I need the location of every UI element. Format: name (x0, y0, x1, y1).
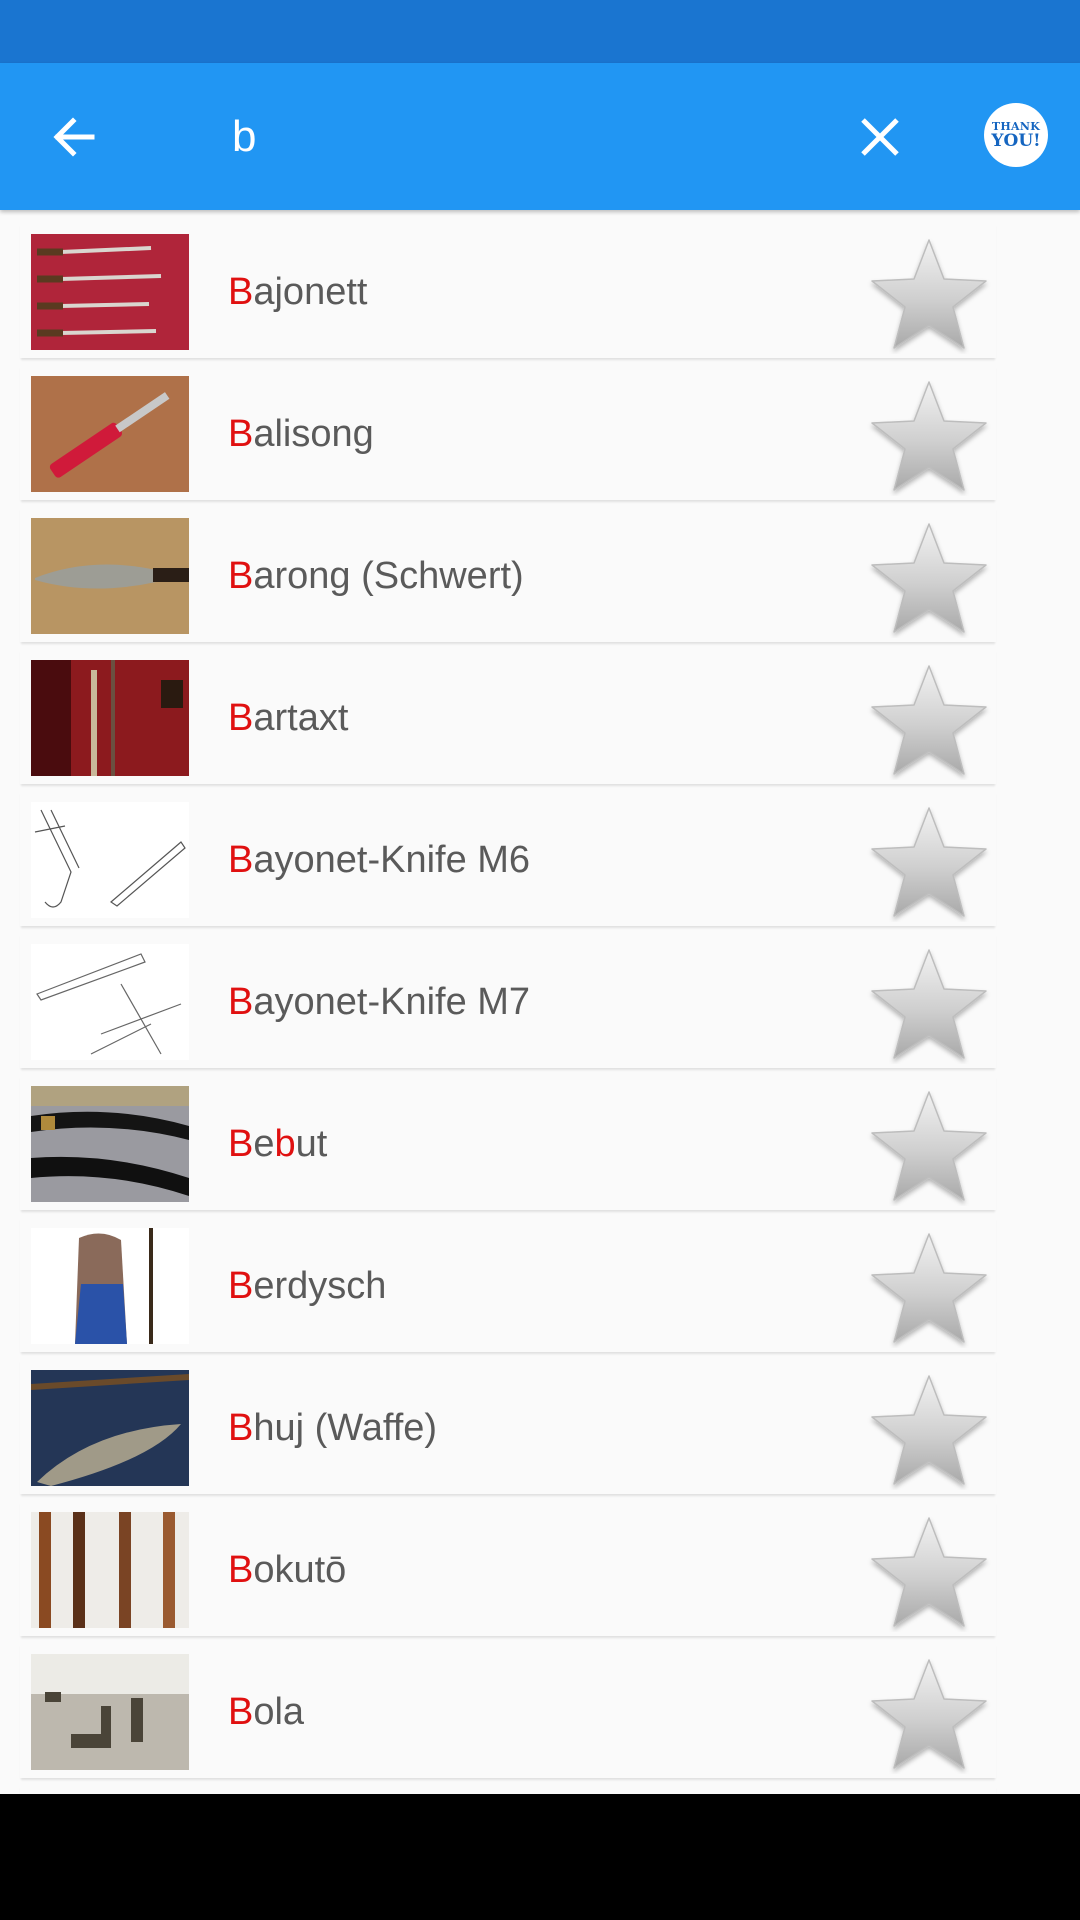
label-rest: ayonet-Knife M6 (253, 839, 531, 881)
label-rest: erdysch (253, 1265, 387, 1307)
label-rest: ajonett (253, 271, 368, 313)
item-label: Bartaxt (228, 688, 348, 748)
list-item[interactable]: Bebut (20, 1074, 996, 1210)
match-highlight: B (228, 1265, 254, 1307)
thank-you-badge[interactable]: THANK YOU! (984, 103, 1048, 167)
match-highlight: B (228, 839, 254, 881)
star-icon[interactable] (866, 1654, 992, 1774)
match-highlight: b (274, 1123, 296, 1165)
item-label: Bebut (228, 1114, 327, 1174)
item-thumbnail (31, 234, 189, 350)
weapon-list: Bajonett Balisong Barong (Schwert) Barta… (0, 210, 1080, 1794)
list-item[interactable]: Bayonet-Knife M7 (20, 932, 996, 1068)
clear-search-button[interactable] (844, 101, 916, 173)
label-rest: ola (253, 1691, 305, 1733)
match-highlight: B (228, 1407, 254, 1449)
star-icon[interactable] (866, 234, 992, 354)
list-item[interactable]: Barong (Schwert) (20, 506, 996, 642)
label-rest: alisong (253, 413, 374, 455)
star-icon[interactable] (866, 1512, 992, 1632)
item-thumbnail (31, 1228, 189, 1344)
item-thumbnail (31, 660, 189, 776)
search-app-bar: b THANK YOU! (0, 63, 1080, 210)
match-highlight: B (228, 1549, 254, 1591)
back-button[interactable] (38, 101, 110, 173)
star-icon[interactable] (866, 376, 992, 496)
item-label: Bhuj (Waffe) (228, 1398, 437, 1458)
match-highlight: B (228, 271, 254, 313)
item-label: Bayonet-Knife M7 (228, 972, 530, 1032)
label-rest: huj (Waffe) (253, 1407, 438, 1449)
match-highlight: B (228, 1691, 254, 1733)
match-highlight: B (228, 413, 254, 455)
item-thumbnail (31, 944, 189, 1060)
label-rest: arong (Schwert) (253, 555, 524, 597)
label-rest: okutō (253, 1549, 347, 1591)
item-thumbnail (31, 1370, 189, 1486)
label-mid: e (253, 1123, 275, 1165)
list-item[interactable]: Balisong (20, 364, 996, 500)
item-thumbnail (31, 518, 189, 634)
star-icon[interactable] (866, 660, 992, 780)
item-label: Bayonet-Knife M6 (228, 830, 530, 890)
star-icon[interactable] (866, 518, 992, 638)
item-thumbnail (31, 802, 189, 918)
search-input[interactable]: b (232, 103, 256, 171)
item-label: Bajonett (228, 262, 367, 322)
status-bar (0, 0, 1080, 63)
item-label: Balisong (228, 404, 374, 464)
item-label: Berdysch (228, 1256, 386, 1316)
close-icon (861, 118, 899, 156)
star-icon[interactable] (866, 1086, 992, 1206)
star-icon[interactable] (866, 944, 992, 1064)
item-label: Bola (228, 1682, 304, 1742)
match-highlight: B (228, 1123, 254, 1165)
match-highlight: B (228, 981, 254, 1023)
list-item[interactable]: Bayonet-Knife M6 (20, 790, 996, 926)
item-label: Barong (Schwert) (228, 546, 524, 606)
list-item[interactable] (20, 1784, 996, 1794)
list-item[interactable]: Berdysch (20, 1216, 996, 1352)
match-highlight: B (228, 555, 254, 597)
label-rest: artaxt (253, 697, 349, 739)
star-icon[interactable] (866, 1228, 992, 1348)
item-label: Bokutō (228, 1540, 346, 1600)
item-thumbnail (31, 1512, 189, 1628)
item-thumbnail (31, 376, 189, 492)
badge-line-2: YOU! (991, 130, 1041, 151)
badge-line-1: THANK (991, 119, 1041, 133)
list-item[interactable]: Bhuj (Waffe) (20, 1358, 996, 1494)
star-icon[interactable] (866, 802, 992, 922)
list-item[interactable]: Bajonett (20, 222, 996, 358)
navigation-bar (0, 1794, 1080, 1920)
list-item[interactable]: Bokutō (20, 1500, 996, 1636)
label-rest: ut (295, 1123, 328, 1165)
label-rest: ayonet-Knife M7 (253, 981, 531, 1023)
item-thumbnail (31, 1086, 189, 1202)
star-icon[interactable] (866, 1370, 992, 1490)
list-item[interactable]: Bartaxt (20, 648, 996, 784)
match-highlight: B (228, 697, 254, 739)
arrow-left-icon (53, 117, 95, 157)
list-item[interactable]: Bola (20, 1642, 996, 1778)
item-thumbnail (31, 1654, 189, 1770)
